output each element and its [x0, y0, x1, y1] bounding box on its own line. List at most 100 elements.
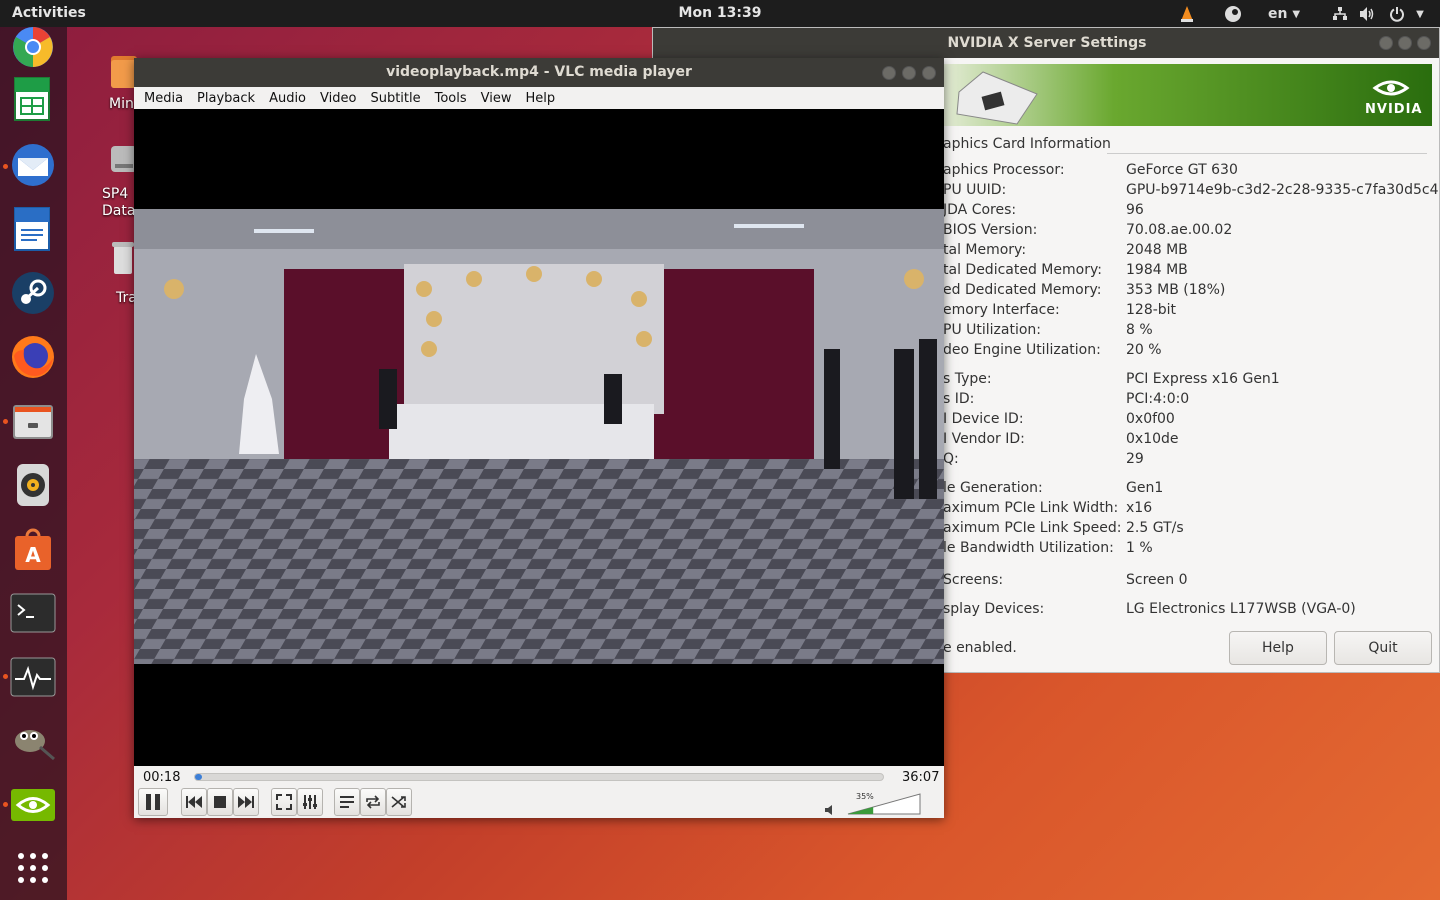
trash-icon — [112, 242, 134, 274]
vlc-title-bar[interactable]: videoplayback.mp4 - VLC media player — [134, 58, 944, 87]
info-label: splay Devices: — [943, 601, 1045, 617]
minimize-button[interactable] — [882, 66, 896, 80]
info-label: tal Memory: — [943, 242, 1027, 258]
info-value: Screen 0 — [1126, 572, 1188, 588]
libreoffice-writer-icon[interactable] — [9, 205, 57, 253]
libreoffice-calc-icon[interactable] — [9, 75, 57, 123]
previous-button[interactable] — [181, 788, 207, 816]
info-label: JDA Cores: — [943, 202, 1017, 218]
maximize-button[interactable] — [1398, 36, 1412, 50]
close-button[interactable] — [922, 66, 936, 80]
vlc-tray-icon[interactable] — [1174, 3, 1200, 25]
playlist-icon — [340, 796, 354, 808]
menu-audio[interactable]: Audio — [269, 91, 306, 106]
volume-icon[interactable] — [1357, 3, 1377, 25]
total-duration: 36:07 — [902, 770, 940, 785]
section-title: aphics Card Information — [943, 136, 1111, 152]
maximize-button[interactable] — [902, 66, 916, 80]
menu-subtitle[interactable]: Subtitle — [370, 91, 420, 106]
info-label: aphics Processor: — [943, 162, 1065, 178]
window-title: NVIDIA X Server Settings — [947, 35, 1147, 51]
gpu-card-icon — [956, 71, 1038, 125]
dock: A — [0, 27, 67, 900]
shuffle-button[interactable] — [386, 788, 412, 816]
running-indicator — [3, 164, 8, 169]
menu-help[interactable]: Help — [526, 91, 556, 106]
help-button[interactable]: Help — [1229, 631, 1327, 665]
desktop-icon-label: Min — [109, 96, 134, 112]
seek-bar-row: 00:18 36:07 — [134, 766, 944, 790]
show-applications-icon[interactable] — [9, 844, 57, 892]
minimize-button[interactable] — [1379, 36, 1393, 50]
playlist-button[interactable] — [334, 788, 360, 816]
info-value: 1984 MB — [1126, 262, 1188, 278]
nvidia-banner: NVIDIA — [943, 64, 1432, 126]
firefox-icon[interactable] — [9, 333, 57, 381]
chromium-icon[interactable] — [9, 23, 57, 71]
nvidia-settings-icon[interactable] — [9, 781, 57, 829]
info-value: 8 % — [1126, 322, 1153, 338]
status-text: e enabled. — [943, 640, 1017, 656]
volume-slider[interactable]: 35% — [846, 792, 922, 816]
files-icon[interactable] — [9, 397, 57, 445]
info-label: aximum PCIe Link Width: — [943, 500, 1119, 516]
mute-icon[interactable] — [824, 801, 836, 820]
loop-button[interactable] — [360, 788, 386, 816]
info-value: 2.5 GT/s — [1126, 520, 1184, 536]
info-value: 353 MB (18%) — [1126, 282, 1226, 298]
menu-media[interactable]: Media — [144, 91, 183, 106]
video-area[interactable] — [134, 109, 944, 766]
menu-playback[interactable]: Playback — [197, 91, 255, 106]
menu-view[interactable]: View — [481, 91, 512, 106]
volume-percent: 35% — [856, 792, 874, 801]
info-value: x16 — [1126, 500, 1153, 516]
network-icon[interactable] — [1330, 3, 1350, 25]
info-label: I Vendor ID: — [943, 431, 1025, 447]
extended-settings-button[interactable] — [297, 788, 323, 816]
svg-text:A: A — [25, 543, 41, 567]
menu-video[interactable]: Video — [320, 91, 356, 106]
nvidia-title-bar[interactable]: NVIDIA X Server Settings — [653, 28, 1439, 58]
terminal-icon[interactable] — [9, 589, 57, 637]
gimp-icon[interactable] — [9, 717, 57, 765]
menu-tools[interactable]: Tools — [435, 91, 467, 106]
system-menu-chevron-icon[interactable]: ▼ — [1412, 3, 1428, 25]
section-divider — [1107, 153, 1427, 154]
activities-button[interactable]: Activities — [12, 5, 86, 21]
info-label: s ID: — [943, 391, 975, 407]
video-frame — [134, 209, 944, 664]
fullscreen-button[interactable] — [271, 788, 297, 816]
loop-icon — [366, 795, 380, 809]
seek-slider[interactable] — [194, 773, 884, 781]
info-value: 0x0f00 — [1126, 411, 1175, 427]
stop-button[interactable] — [207, 788, 233, 816]
next-button[interactable] — [233, 788, 259, 816]
thunderbird-icon[interactable] — [9, 141, 57, 189]
info-value: 0x10de — [1126, 431, 1179, 447]
steam-icon[interactable] — [9, 269, 57, 317]
info-label: le Bandwidth Utilization: — [943, 540, 1114, 556]
info-value: 29 — [1126, 451, 1144, 467]
pause-icon — [146, 794, 160, 810]
equalizer-icon — [303, 795, 317, 809]
steam-tray-icon[interactable] — [1220, 3, 1246, 25]
info-label: PU UUID: — [943, 182, 1007, 198]
info-value: PCI Express x16 Gen1 — [1126, 371, 1280, 387]
quit-button[interactable]: Quit — [1334, 631, 1432, 665]
ubuntu-software-icon[interactable]: A — [9, 525, 57, 573]
rhythmbox-icon[interactable] — [9, 461, 57, 509]
info-value: 70.08.ae.00.02 — [1126, 222, 1233, 238]
window-title: videoplayback.mp4 - VLC media player — [386, 64, 692, 80]
nvidia-logo-text: NVIDIA — [1365, 102, 1423, 117]
pause-button[interactable] — [138, 788, 168, 816]
info-label: BIOS Version: — [943, 222, 1038, 238]
top-panel: Activities Mon 13:39 en ▼ ▼ — [0, 0, 1440, 27]
language-indicator[interactable]: en ▼ — [1264, 3, 1304, 25]
system-monitor-icon[interactable] — [9, 653, 57, 701]
power-icon[interactable] — [1386, 3, 1408, 25]
info-label: ed Dedicated Memory: — [943, 282, 1102, 298]
close-button[interactable] — [1417, 36, 1431, 50]
elapsed-time: 00:18 — [143, 770, 181, 785]
info-value: PCI:4:0:0 — [1126, 391, 1190, 407]
info-value: Gen1 — [1126, 480, 1164, 496]
